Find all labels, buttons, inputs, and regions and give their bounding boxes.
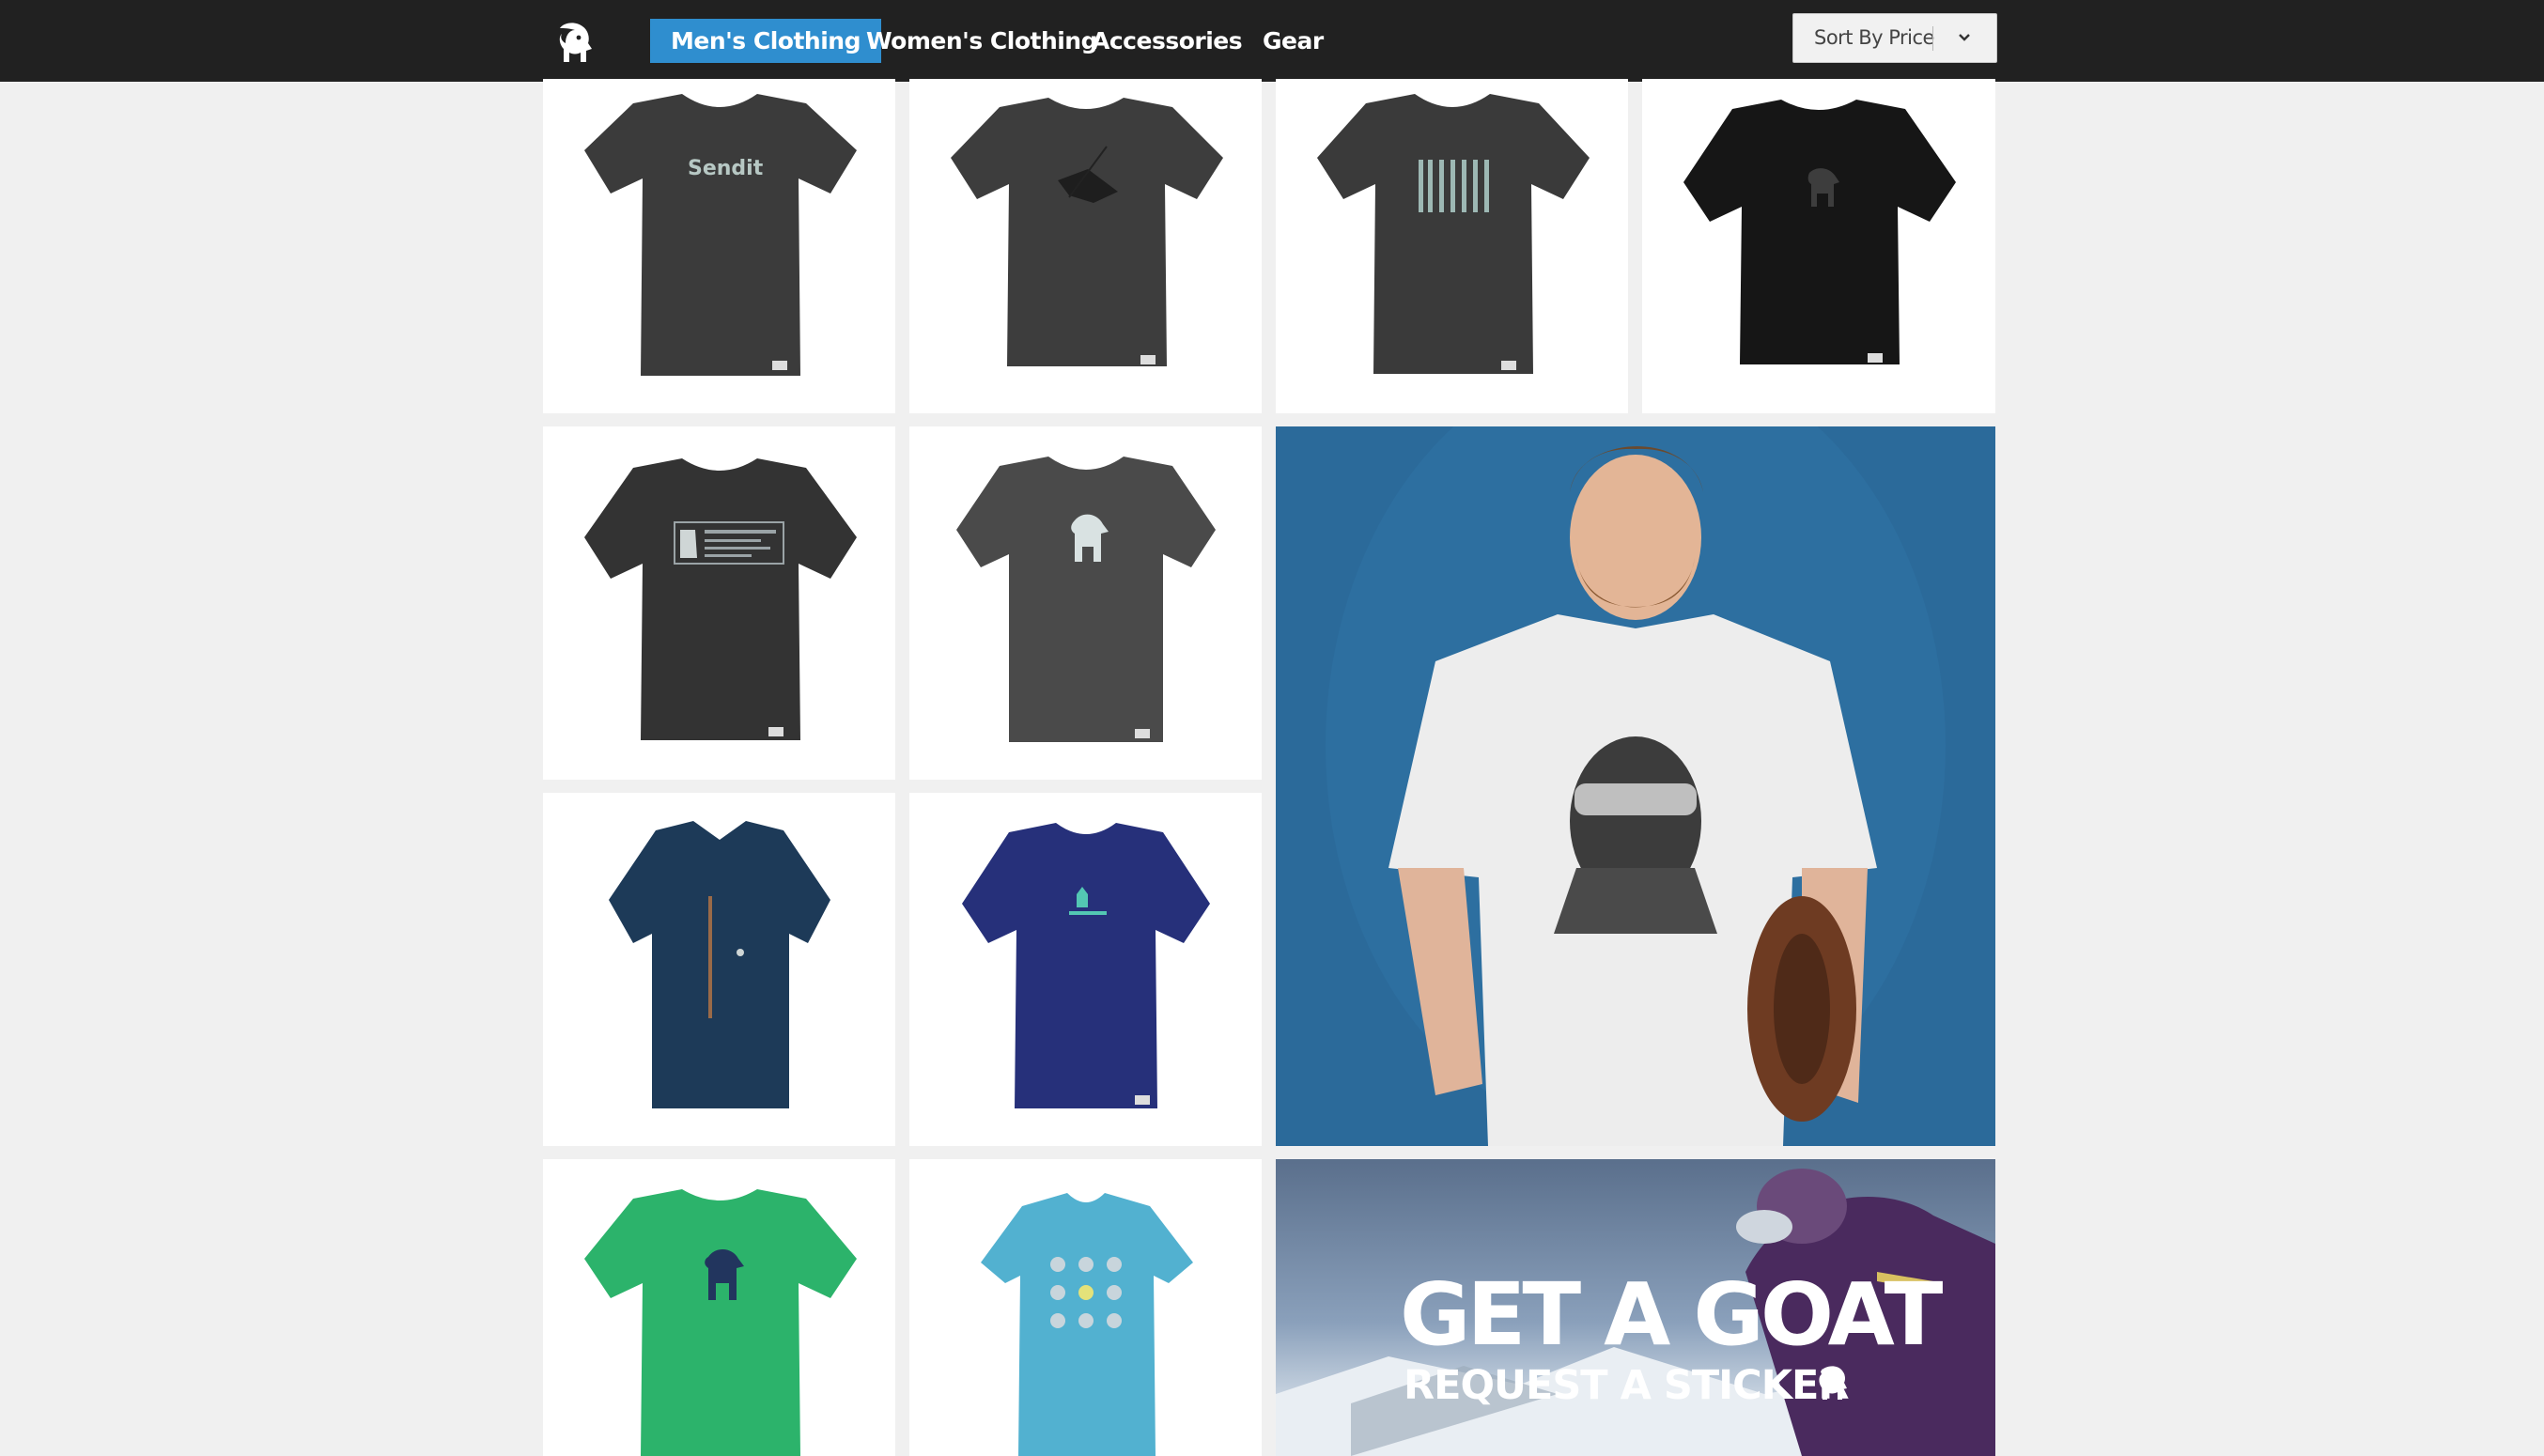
nav-gear[interactable]: Gear bbox=[1263, 19, 1324, 63]
top-nav-bar: Men's Clothing Women's Clothing Accessor… bbox=[0, 0, 2544, 82]
sort-label: Sort By Price bbox=[1814, 26, 1934, 49]
tshirt-image bbox=[962, 823, 1210, 1108]
sort-by-dropdown[interactable]: Sort By Price bbox=[1792, 13, 1997, 63]
tshirt-image bbox=[956, 457, 1216, 742]
get-a-goat-sticker-banner[interactable]: GET A GOAT REQUEST A STICKER bbox=[1276, 1159, 1995, 1456]
product-tile-black-goat-tee[interactable] bbox=[1642, 79, 1995, 413]
tshirt-image bbox=[1317, 94, 1590, 374]
tshirt-image bbox=[584, 458, 857, 740]
product-tile-skier-tee[interactable] bbox=[909, 79, 1262, 413]
product-tile-goat-badge-tee[interactable] bbox=[543, 426, 895, 780]
product-tile-green-goat-tee[interactable] bbox=[543, 1159, 895, 1456]
product-tile-button-up-shirt[interactable] bbox=[543, 793, 895, 1146]
sort-divider bbox=[1932, 26, 1933, 51]
promo-subtitle: REQUEST A STICKER bbox=[1404, 1362, 1850, 1409]
tshirt-image bbox=[951, 98, 1223, 366]
model-photo bbox=[1276, 426, 1995, 1146]
promo-title: GET A GOAT bbox=[1400, 1264, 1943, 1365]
chevron-down-icon bbox=[1959, 34, 1970, 41]
product-tile-send-it-tee[interactable]: Sendit bbox=[543, 79, 895, 413]
nav-mens-clothing[interactable]: Men's Clothing bbox=[650, 19, 881, 63]
goat-icon bbox=[1819, 1366, 1847, 1400]
onesie-image bbox=[981, 1193, 1193, 1456]
tshirt-image bbox=[1683, 100, 1956, 364]
shirt-image bbox=[609, 821, 830, 1108]
goat-logo-icon[interactable] bbox=[554, 21, 596, 64]
product-tile-baby-onesie[interactable] bbox=[909, 1159, 1262, 1456]
featured-lincoln-tee-banner[interactable] bbox=[1276, 426, 1995, 1146]
product-tile-goat-logo-tee[interactable] bbox=[909, 426, 1262, 780]
nav-accessories[interactable]: Accessories bbox=[1092, 19, 1243, 63]
product-tile-skis-tee[interactable] bbox=[1276, 79, 1628, 413]
print-text-sendit: Sendit bbox=[688, 157, 764, 180]
product-tile-navy-pocket-tee[interactable] bbox=[909, 793, 1262, 1146]
nav-womens-clothing[interactable]: Women's Clothing bbox=[866, 19, 1098, 63]
tshirt-image bbox=[584, 1189, 857, 1456]
tshirt-image: Sendit bbox=[584, 94, 857, 376]
